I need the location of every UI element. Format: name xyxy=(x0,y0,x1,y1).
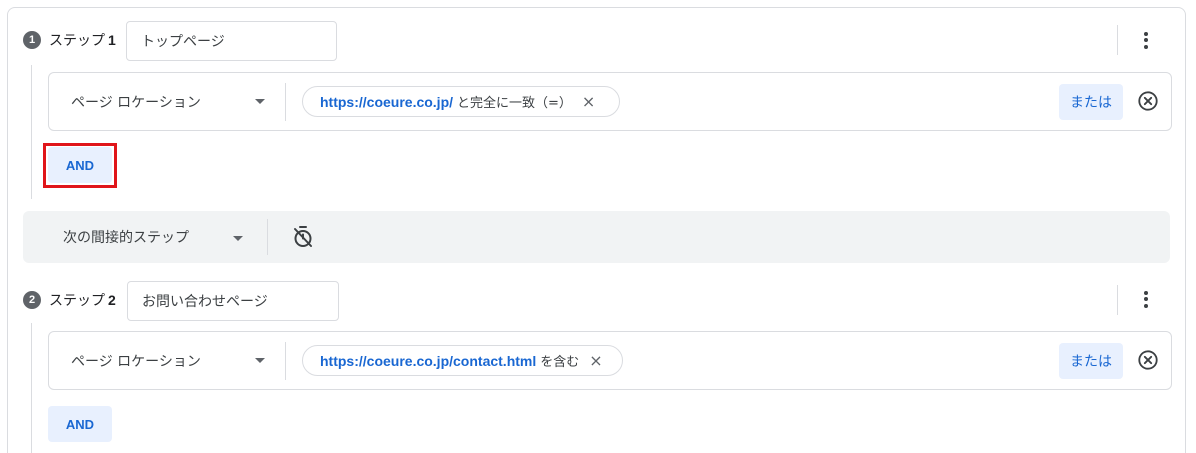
step-1-condition-chip[interactable]: https://coeure.co.jp/ と完全に一致（=） × xyxy=(302,86,620,117)
step-2-condition-row: ページ ロケーション https://coeure.co.jp/contact.… xyxy=(48,331,1172,390)
chip-match-text: と完全に一致（=） xyxy=(457,96,572,111)
step-1-number-badge: 1 xyxy=(23,31,41,49)
step-2-divider xyxy=(1117,285,1118,315)
chip-close-icon[interactable]: × xyxy=(582,93,595,110)
step-2-and-button[interactable]: AND xyxy=(48,406,112,442)
step-1-divider xyxy=(1117,25,1118,55)
step-1-more-vert-icon[interactable] xyxy=(1134,28,1158,52)
step-2-rail xyxy=(31,323,32,453)
step-2-or-button[interactable]: または xyxy=(1059,343,1123,379)
step-1-chevron-down-icon[interactable] xyxy=(255,99,265,104)
step-2-header: 2 ステップ 2 xyxy=(23,290,116,310)
step-2-more-vert-icon[interactable] xyxy=(1134,287,1158,311)
chip-url: https://coeure.co.jp/ xyxy=(320,93,454,110)
timer-off-icon[interactable] xyxy=(291,225,315,249)
step-1-remove-condition-icon[interactable] xyxy=(1137,90,1159,112)
between-steps-select[interactable]: 次の間接的ステップ xyxy=(63,211,189,263)
step-2-label: ステップ 2 xyxy=(49,292,116,309)
step-1-name-input[interactable]: トップページ xyxy=(126,21,337,61)
chip-url: https://coeure.co.jp/contact.html xyxy=(320,352,537,369)
condition-divider xyxy=(285,83,286,121)
step-2-name-input[interactable]: お問い合わせページ xyxy=(127,281,339,321)
step-1-label: ステップ 1 xyxy=(49,32,116,49)
step-2-chevron-down-icon[interactable] xyxy=(255,358,265,363)
highlight-box xyxy=(43,143,117,188)
condition-divider xyxy=(285,342,286,380)
chip-match-text: を含む xyxy=(540,355,580,370)
step-1-dimension-select[interactable]: ページ ロケーション xyxy=(71,73,271,130)
chip-close-icon[interactable]: × xyxy=(589,352,602,369)
step-2-remove-condition-icon[interactable] xyxy=(1137,349,1159,371)
step-1-or-button[interactable]: または xyxy=(1059,84,1123,120)
step-2-dimension-select[interactable]: ページ ロケーション xyxy=(71,332,271,389)
between-steps-divider xyxy=(267,219,268,255)
step-1-header: 1 ステップ 1 xyxy=(23,30,116,50)
step-2-number-badge: 2 xyxy=(23,291,41,309)
step-1-condition-row: ページ ロケーション https://coeure.co.jp/ と完全に一致（… xyxy=(48,72,1172,131)
step-1-rail xyxy=(31,65,32,199)
step-2-condition-chip[interactable]: https://coeure.co.jp/contact.html を含む × xyxy=(302,345,623,376)
between-steps-chevron-down-icon[interactable] xyxy=(233,236,243,241)
between-steps-bar: 次の間接的ステップ xyxy=(23,211,1170,263)
